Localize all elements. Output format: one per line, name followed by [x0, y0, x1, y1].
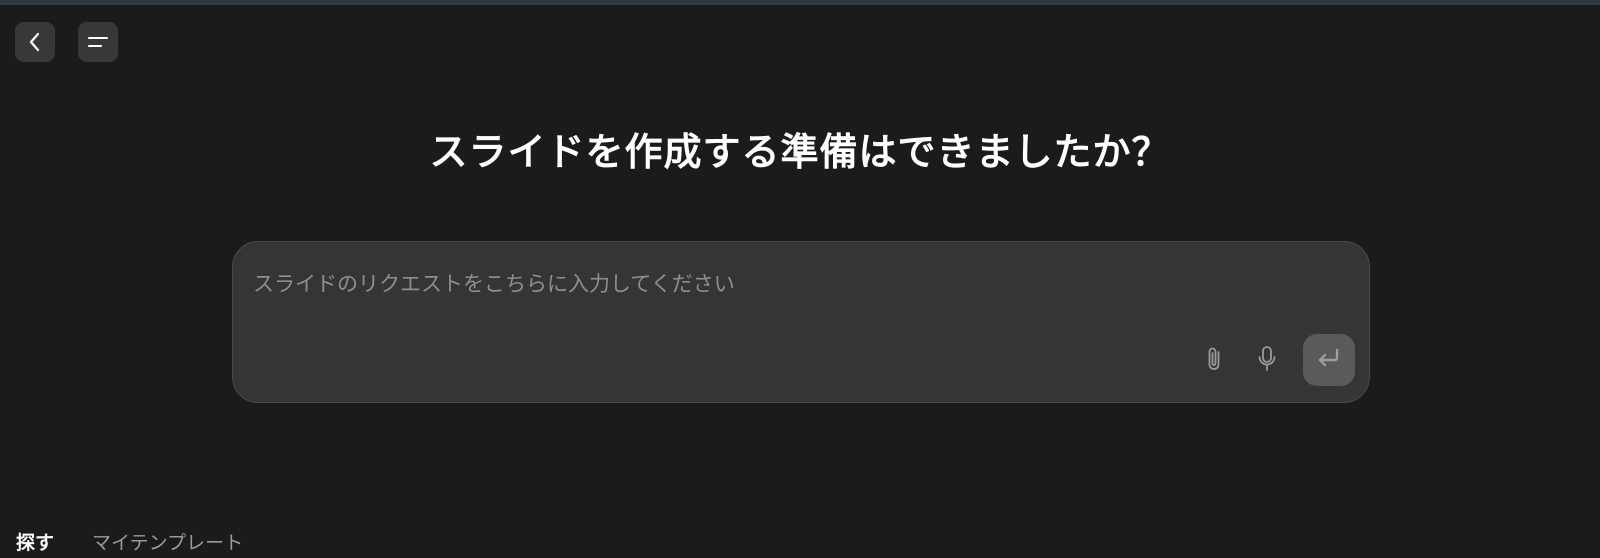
template-tabs: 探す マイテンプレート — [16, 530, 243, 558]
prompt-input[interactable] — [253, 264, 1343, 304]
top-edge-strip — [0, 0, 1600, 5]
slide-creation-page: スライドを作成する準備はできましたか？ 探す マイ — [0, 0, 1600, 558]
menu-button[interactable] — [78, 22, 118, 62]
prompt-composer — [232, 241, 1370, 403]
chevron-left-icon — [25, 30, 45, 54]
send-button[interactable] — [1303, 334, 1355, 386]
tab-explore[interactable]: 探す — [16, 530, 54, 556]
enter-arrow-icon — [1316, 347, 1342, 373]
tab-my-templates[interactable]: マイテンプレート — [92, 530, 243, 556]
menu-lines-icon — [86, 32, 110, 52]
paperclip-icon[interactable] — [1201, 344, 1229, 374]
back-button[interactable] — [15, 22, 55, 62]
page-title: スライドを作成する準備はできましたか？ — [429, 130, 1171, 174]
microphone-icon[interactable] — [1253, 344, 1281, 374]
